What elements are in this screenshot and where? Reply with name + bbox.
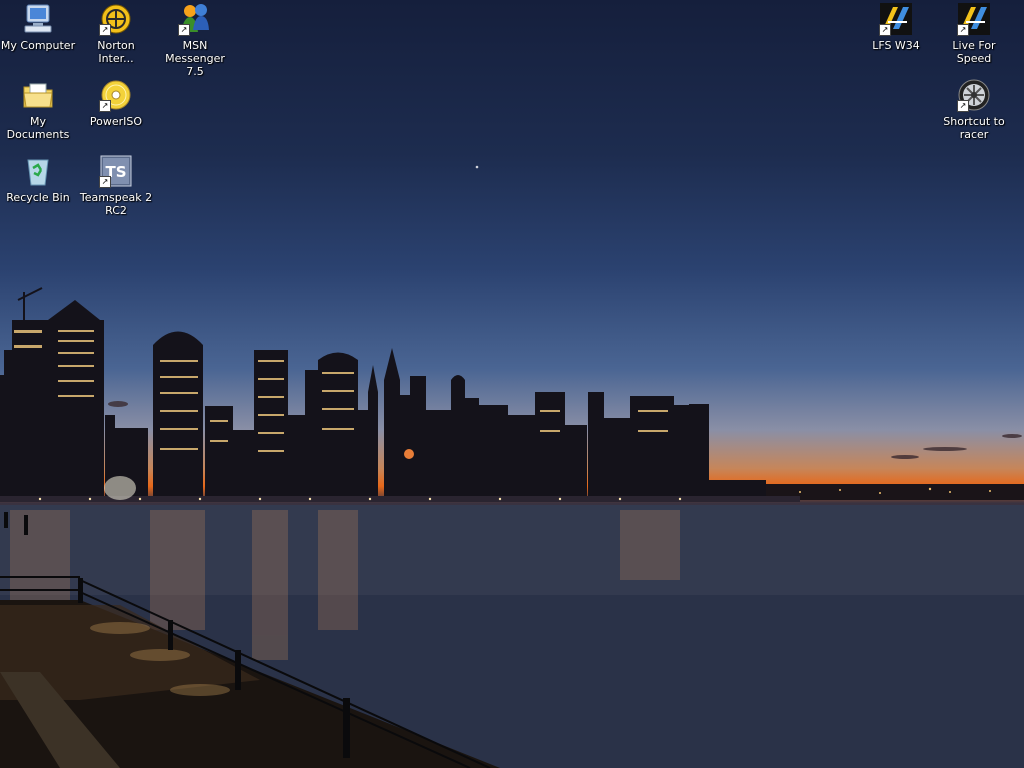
shortcut-arrow-icon: ↗: [99, 176, 111, 188]
desktop[interactable]: My Computer ↗ Norton Inter... ↗ MSN Mess…: [0, 0, 1024, 768]
shortcut-arrow-icon: ↗: [957, 100, 969, 112]
desktop-icon-label: Recycle Bin: [6, 191, 70, 204]
desktop-icon-recycle-bin[interactable]: Recycle Bin: [0, 154, 76, 204]
desktop-icon-my-computer[interactable]: My Computer: [0, 2, 76, 52]
my-computer-icon: [21, 2, 55, 36]
shortcut-arrow-icon: ↗: [879, 24, 891, 36]
shortcut-arrow-icon: ↗: [99, 24, 111, 36]
desktop-icon-msn-messenger[interactable]: ↗ MSN Messenger 7.5: [157, 2, 233, 78]
recycle-bin-icon: [21, 154, 55, 188]
shortcut-arrow-icon: ↗: [957, 24, 969, 36]
desktop-icon-label: PowerISO: [89, 115, 143, 128]
desktop-icon-label: Live For Speed: [952, 39, 996, 65]
lfs-icon: ↗: [879, 2, 913, 36]
wheel-rim-icon: ↗: [957, 78, 991, 112]
desktop-icon-lfs-w34[interactable]: ↗ LFS W34: [858, 2, 934, 52]
desktop-icon-label: Norton Inter...: [97, 39, 135, 65]
shortcut-arrow-icon: ↗: [99, 100, 111, 112]
poweriso-disc-icon: ↗: [99, 78, 133, 112]
lfs-icon: ↗: [957, 2, 991, 36]
desktop-icon-shortcut-to-racer[interactable]: ↗ Shortcut to racer: [936, 78, 1012, 141]
desktop-icon-poweriso[interactable]: ↗ PowerISO: [78, 78, 154, 128]
my-documents-folder-icon: [21, 78, 55, 112]
desktop-icon-my-documents[interactable]: My Documents: [0, 78, 76, 141]
desktop-icon-label: My Computer: [0, 39, 76, 52]
shortcut-arrow-icon: ↗: [178, 24, 190, 36]
desktop-icon-label: Teamspeak 2 RC2: [79, 191, 153, 217]
desktop-icon-label: LFS W34: [872, 39, 920, 52]
teamspeak-icon: TS ↗: [99, 154, 133, 188]
desktop-icon-norton[interactable]: ↗ Norton Inter...: [78, 2, 154, 65]
desktop-icon-label: My Documents: [6, 115, 70, 141]
desktop-icon-label: Shortcut to racer: [943, 115, 1005, 141]
desktop-icon-label: MSN Messenger 7.5: [165, 39, 225, 78]
norton-internet-security-icon: ↗: [99, 2, 133, 36]
desktop-icon-live-for-speed[interactable]: ↗ Live For Speed: [936, 2, 1012, 65]
desktop-icon-teamspeak[interactable]: TS ↗ Teamspeak 2 RC2: [78, 154, 154, 217]
msn-messenger-icon: ↗: [178, 2, 212, 36]
